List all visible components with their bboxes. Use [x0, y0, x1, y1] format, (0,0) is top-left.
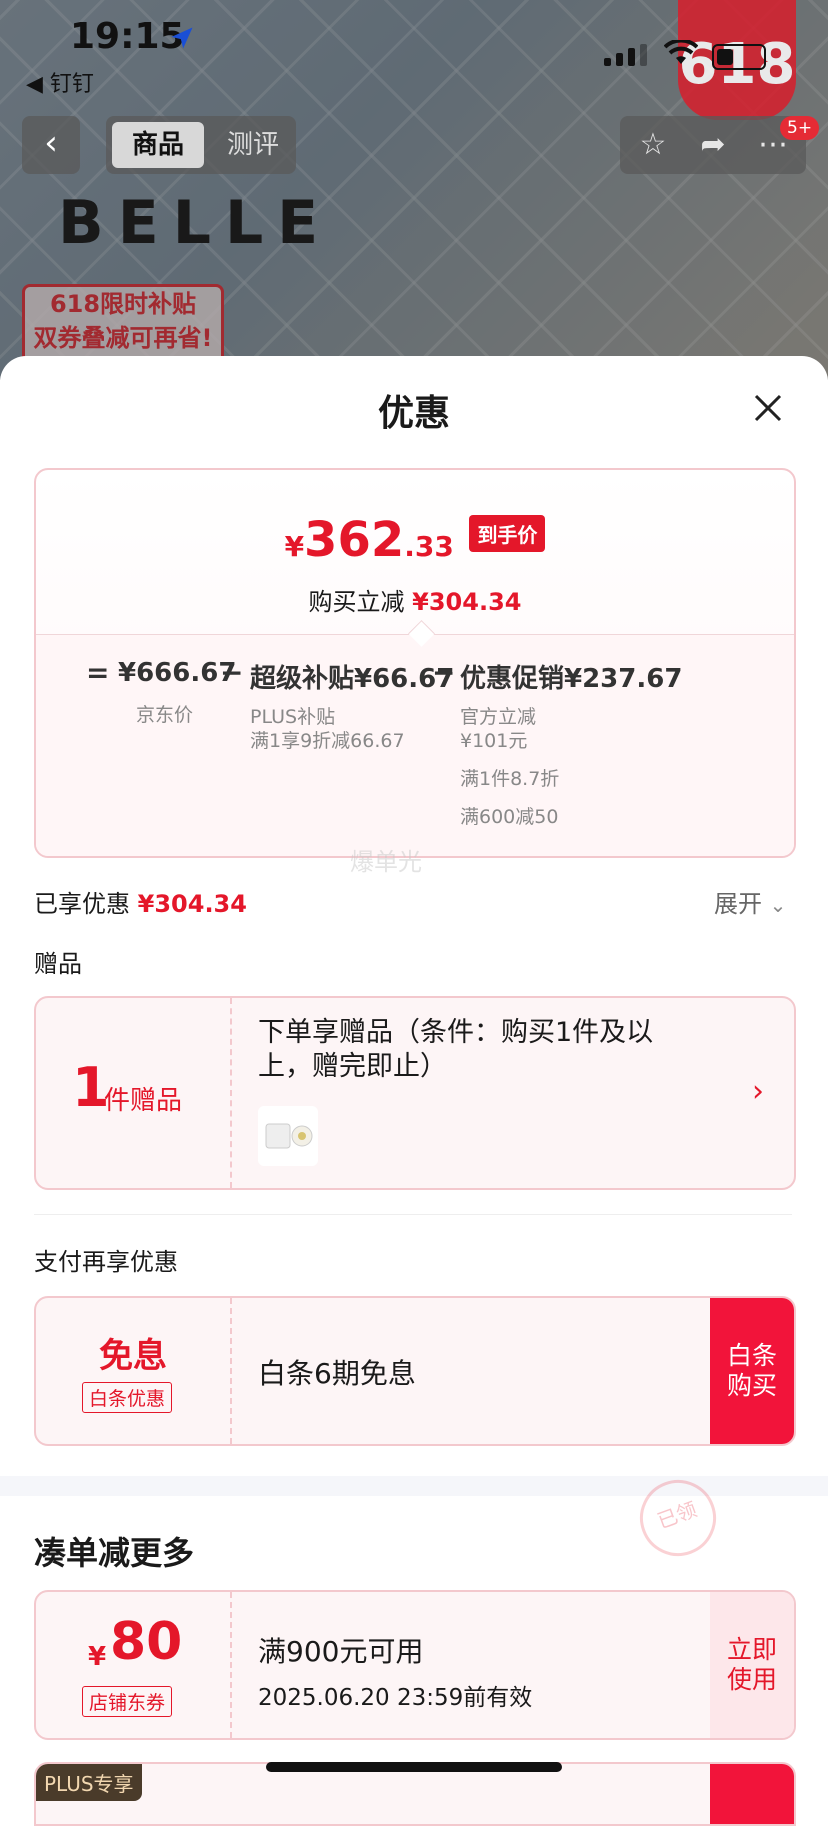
baitiao-tag: 白条优惠 — [82, 1382, 173, 1413]
plus-subsidy-detail: 满1享9折减66.67 — [250, 730, 405, 752]
coupon-type-tag: 店铺东券 — [82, 1686, 173, 1717]
reduce-label: 购买立减 — [308, 588, 405, 616]
plus-subsidy-value: 超级补贴¥66.67 — [250, 664, 455, 694]
promo-value: 优惠促销¥237.67 — [460, 664, 683, 694]
jd-price-value: ¥666.67 — [118, 658, 237, 688]
use-coupon-button[interactable]: 立即 使用 — [710, 1592, 794, 1738]
close-icon[interactable] — [752, 392, 784, 424]
reduce-amount: ¥304.34 — [412, 588, 522, 616]
chevron-right-icon: › — [752, 1074, 764, 1109]
gift-count-area: 1 件赠品 — [36, 998, 232, 1188]
gift-product-image — [258, 1106, 318, 1166]
promo-detail-3: 满600减50 — [460, 806, 559, 828]
promo-detail-2: 满1件8.7折 — [460, 768, 560, 790]
coupon-validity: 2025.06.20 23:59前有效 — [258, 1685, 533, 1711]
promo-detail-1: ¥101元 — [460, 730, 528, 752]
baitiao-description: 白条6期免息 — [258, 1357, 416, 1390]
home-indicator[interactable] — [266, 1762, 562, 1772]
more-section-title: 凑单减更多 — [34, 1534, 195, 1572]
baitiao-btn-line-2: 购买 — [726, 1371, 777, 1400]
interest-free-label: 免息 — [99, 1336, 167, 1376]
wifi-icon — [664, 40, 698, 64]
use-btn-line-2: 使用 — [726, 1665, 777, 1694]
final-price-tag: 到手价 — [469, 515, 546, 552]
expand-button[interactable]: 展开 ⌄ — [714, 884, 786, 919]
share-icon[interactable]: ➦ — [692, 124, 734, 166]
gift-card[interactable]: 1 件赠品 下单享赠品（条件：购买1件及以上，赠完即止） › — [34, 996, 796, 1190]
section-divider — [34, 1214, 792, 1215]
baitiao-card: 免息 白条优惠 白条6期免息 白条 购买 — [34, 1296, 796, 1446]
next-coupon-button[interactable] — [710, 1764, 794, 1824]
jd-price-label: 京东价 — [136, 704, 194, 726]
sheet-title: 优惠 — [377, 393, 450, 434]
baitiao-badge-area: 免息 白条优惠 — [36, 1298, 232, 1444]
back-to-app[interactable]: ◀ 钉钉 — [26, 66, 94, 98]
star-icon[interactable]: ☆ — [632, 124, 674, 166]
notification-badge: 5+ — [780, 116, 820, 140]
battery-icon — [712, 44, 766, 70]
breakdown-op-equals: = — [86, 656, 110, 689]
breakdown-op-minus-2: − — [432, 656, 456, 689]
baitiao-buy-button[interactable]: 白条 购买 — [710, 1298, 794, 1444]
chevron-down-icon: ⌄ — [769, 893, 787, 917]
enjoyed-label: 已享优惠 — [34, 890, 130, 918]
enjoyed-discount: 已享优惠 ¥304.34 — [34, 884, 247, 919]
price-integer: 362 — [304, 512, 405, 568]
expand-label: 展开 — [714, 890, 762, 918]
tab-review[interactable]: 测评 — [218, 122, 288, 168]
tab-product[interactable]: 商品 — [112, 122, 204, 168]
offers-sheet: 优惠 ¥362.33 到手价 购买立减 ¥304.34 = ¥666.67 京东… — [0, 356, 828, 1826]
breakdown-op-minus-1: − — [220, 656, 244, 689]
price-currency: ¥ — [284, 530, 305, 563]
plus-exclusive-tag: PLUS专享 — [36, 1764, 142, 1801]
gift-unit: 件赠品 — [104, 1086, 183, 1116]
status-bar: 19:15 ◀ 钉钉 — [0, 0, 828, 100]
pay-section-title: 支付再享优惠 — [34, 1248, 178, 1276]
watermark: 爆单光 — [350, 848, 422, 876]
price-decimal: .33 — [404, 530, 454, 563]
enjoyed-amount: ¥304.34 — [137, 890, 247, 918]
store-coupon-card: ¥ 80 店铺东券 满900元可用 2025.06.20 23:59前有效 立即… — [34, 1590, 796, 1740]
back-button[interactable]: ‹ — [22, 116, 80, 174]
price-card: ¥362.33 到手价 购买立减 ¥304.34 = ¥666.67 京东价 −… — [34, 468, 796, 858]
product-page-background: BELLE 618限时补贴 双券叠减可再省! 618 19:15 ◀ 钉钉 ‹ … — [0, 0, 828, 380]
action-bar: ☆ ➦ ⋯ — [620, 116, 806, 174]
baitiao-btn-line-1: 白条 — [726, 1341, 777, 1370]
promo-label: 官方立减 — [460, 706, 537, 728]
gift-thumbnail-icon — [265, 1123, 313, 1149]
plus-subsidy-label: PLUS补贴 — [250, 706, 336, 728]
coupon-amount: 80 — [110, 1612, 183, 1672]
gift-description: 下单享赠品（条件：购买1件及以上，赠完即止） — [258, 1017, 654, 1082]
coupon-condition: 满900元可用 — [258, 1635, 424, 1668]
product-tabs: 商品 测评 — [106, 116, 296, 174]
coupon-currency: ¥ — [88, 1642, 107, 1672]
gift-section-title: 赠品 — [34, 950, 82, 978]
location-arrow-icon — [171, 27, 193, 49]
use-btn-line-1: 立即 — [726, 1635, 777, 1664]
final-price: ¥362.33 到手价 — [36, 512, 794, 568]
coupon-amount-area: ¥ 80 店铺东券 — [36, 1592, 232, 1738]
signal-icon — [604, 44, 647, 66]
instant-reduction: 购买立减 ¥304.34 — [36, 582, 794, 617]
